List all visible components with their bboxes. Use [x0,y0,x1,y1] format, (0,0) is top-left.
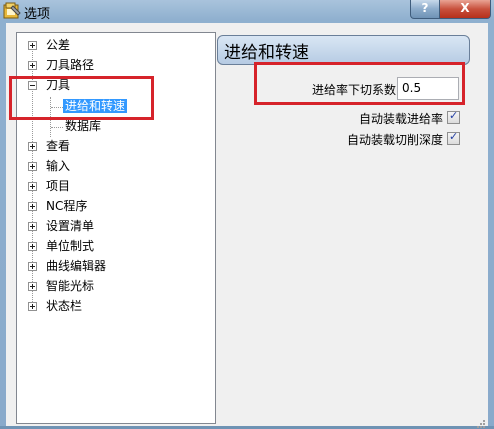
expand-icon[interactable] [28,61,37,70]
app-icon [3,2,21,19]
check-icon: ✓ [449,130,459,143]
expand-icon[interactable] [28,41,37,50]
expand-icon[interactable] [28,262,37,271]
resize-grip-icon[interactable] [476,419,486,429]
close-button[interactable]: X [439,0,491,19]
expand-icon[interactable] [28,182,37,191]
expand-icon[interactable] [28,242,37,251]
panel-header: 进给和转速 [217,35,470,65]
expand-icon[interactable] [28,282,37,291]
tree-item-label: 设置清单 [46,219,95,233]
tree-item-label: 单位制式 [46,239,95,253]
tree-item-label: 智能光标 [46,279,95,293]
expand-icon[interactable] [28,302,37,311]
tree-item-label: 输入 [46,159,71,173]
tree-item-label: 查看 [46,139,71,153]
tree-guide-line [51,127,63,128]
tree-item-label: 刀具路径 [46,58,95,72]
tree-item-label: 公差 [46,38,71,52]
tree-item-label: NC程序 [46,199,88,213]
expand-icon[interactable] [28,142,37,151]
tree-item-label: 数据库 [65,119,102,133]
auto-load-depth-checkbox[interactable]: ✓ [447,130,460,145]
annotation-highlight-plunge [254,62,465,105]
tree-item-label: 状态栏 [46,299,83,313]
expand-icon[interactable] [28,202,37,211]
options-dialog: 选项 ? X 公差 刀具路径 刀具 进给和转速 数据库 查看 输入 项目 NC程… [0,0,494,429]
expand-icon[interactable] [28,162,37,171]
title-bar[interactable]: 选项 ? X [0,0,494,22]
window-title: 选项 [24,7,51,22]
annotation-highlight-tool [9,76,154,120]
tree-item-label: 项目 [46,179,71,193]
auto-load-feed-label: 自动装载进给率 [359,112,444,126]
expand-icon[interactable] [28,222,37,231]
tree-item-label: 曲线编辑器 [46,259,107,273]
help-button[interactable]: ? [410,0,440,19]
auto-load-depth-label: 自动装载切削深度 [347,133,444,147]
check-icon: ✓ [449,109,459,122]
panel-title: 进给和转速 [224,43,309,63]
auto-load-feed-checkbox[interactable]: ✓ [447,109,460,124]
